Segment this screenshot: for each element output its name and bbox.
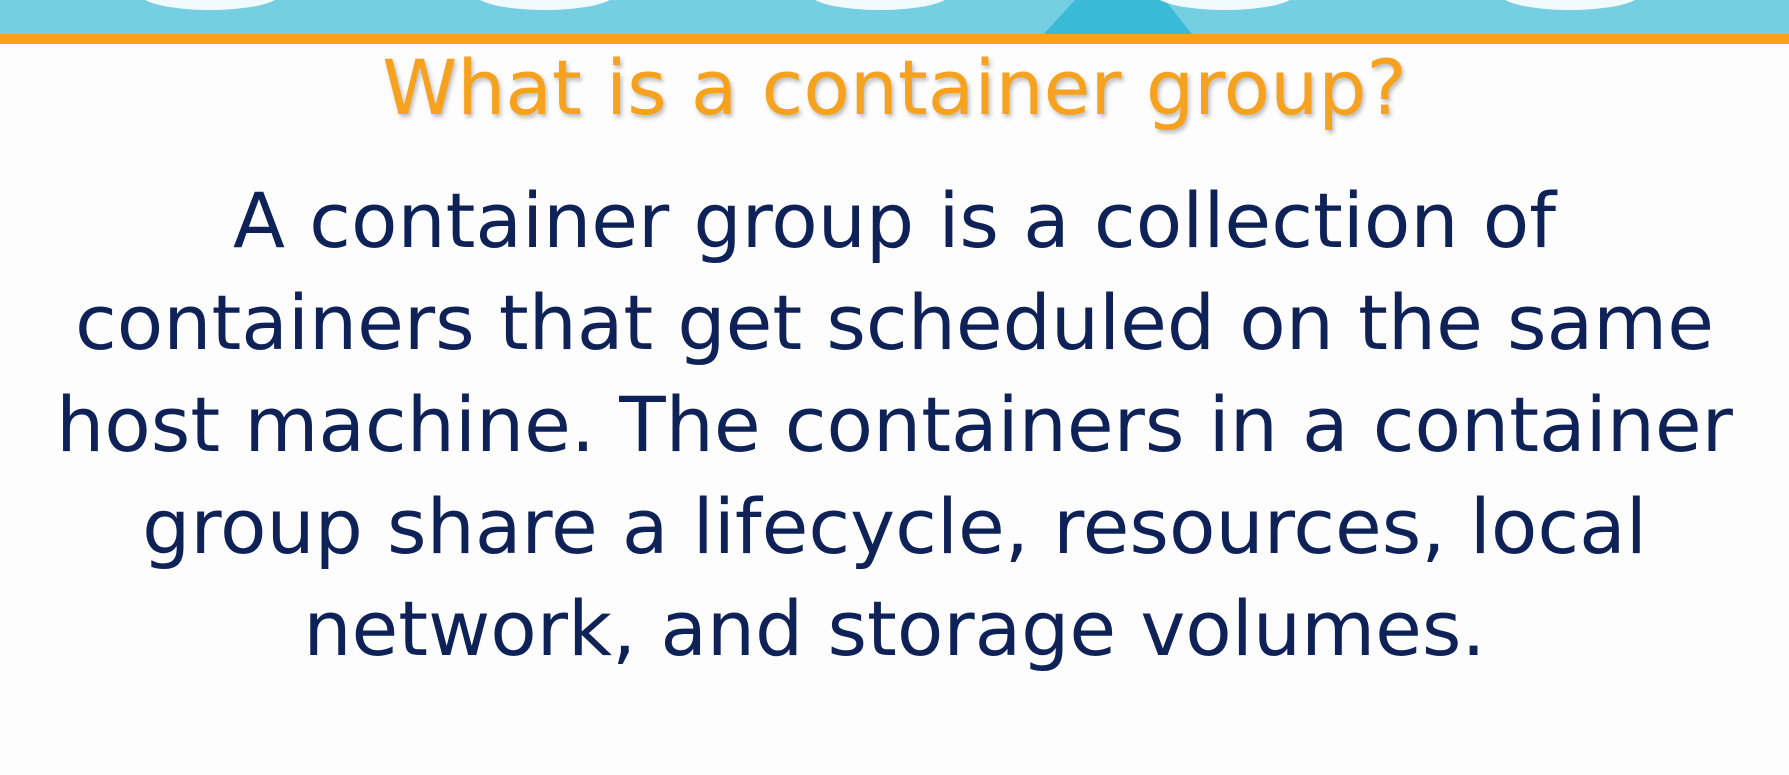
body-line: group share a lifecycle, resources, loca… xyxy=(142,482,1647,571)
body-line: A container group is a collection of xyxy=(233,176,1556,265)
body-line: network, and storage volumes. xyxy=(303,584,1486,673)
slide-title: What is a container group? xyxy=(382,43,1407,132)
body-line: host machine. The containers in a contai… xyxy=(56,380,1733,469)
slide: What is a container group? A container g… xyxy=(0,0,1789,775)
body-line: containers that get scheduled on the sam… xyxy=(75,278,1714,367)
slide-body: A container group is a collection of con… xyxy=(20,170,1769,680)
